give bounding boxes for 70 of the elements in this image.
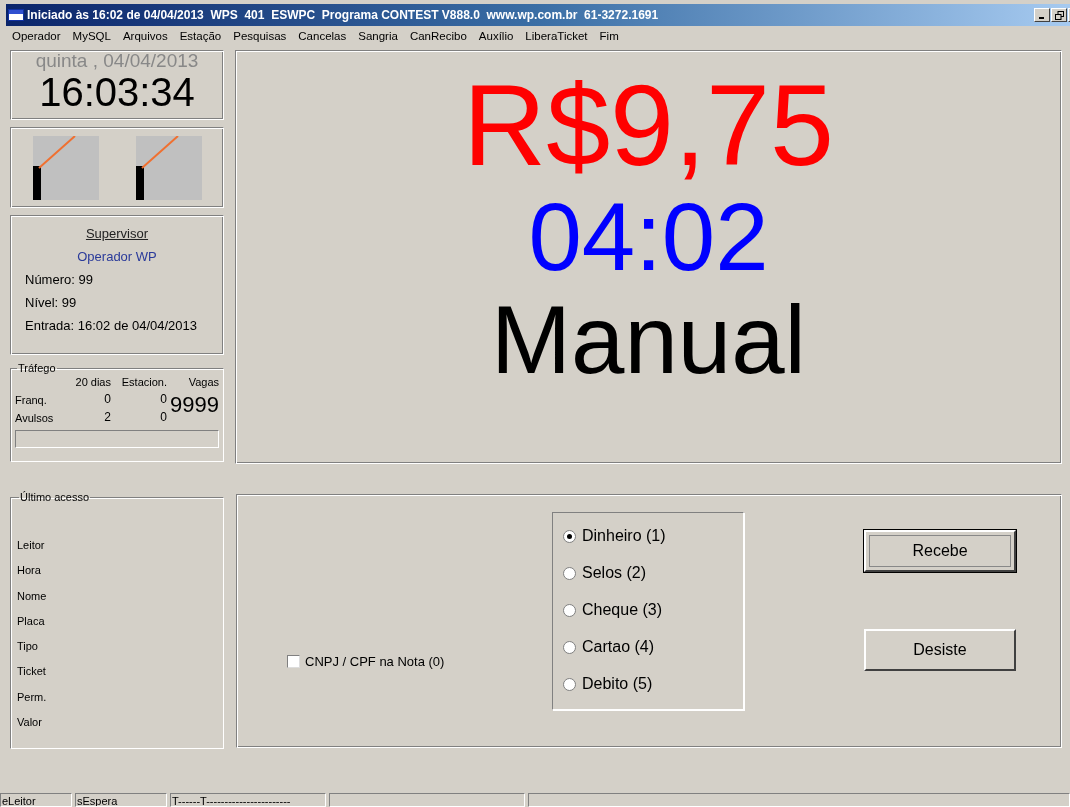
menu-item[interactable]: Arquivos [122, 30, 168, 42]
menu-item[interactable]: Pesquisas [233, 30, 287, 42]
row-label: Avulsos [15, 412, 55, 424]
field-label: Tipo [17, 640, 39, 655]
action-button[interactable]: Recebe [864, 529, 1016, 572]
table-cell-text: 2 [103, 410, 111, 424]
action-button[interactable]: Desiste [864, 628, 1016, 671]
radio-icon[interactable] [563, 529, 576, 543]
vacancy-count: 9999 [169, 392, 219, 418]
payment-radio[interactable]: Dinheiro (1) [563, 525, 733, 547]
app-icon [8, 9, 24, 21]
clock-time: 16:03:34 [39, 71, 195, 113]
field-label: Hora [17, 564, 42, 579]
nota-checkbox[interactable]: CNPJ / CPF na Nota (0) [287, 653, 552, 669]
restore-icon [1054, 10, 1064, 20]
menu-item[interactable]: Cancelas [298, 30, 347, 42]
status-panel: T------T----------------------- [170, 793, 326, 807]
payment-radio[interactable]: Selos (2) [563, 562, 733, 584]
checkbox-icon[interactable] [287, 654, 300, 668]
menu-item[interactable]: CanRecibo [409, 30, 467, 42]
field-label: Leitor [17, 539, 46, 553]
field-label: Valor [17, 716, 43, 731]
column-header: Vagas [187, 376, 219, 388]
operator-info: Entrada: 16:02 de 04/04/2013 [25, 318, 199, 333]
radio-label: Selos (2) [582, 564, 647, 582]
radio-icon[interactable] [563, 640, 576, 654]
mode-text: Manual [491, 285, 806, 395]
gate-barrier-icon [135, 135, 202, 200]
field-label: Placa [17, 614, 46, 629]
minimize-button[interactable] [1034, 8, 1050, 22]
duration-text: 04:02 [528, 189, 769, 285]
checkbox-label: CNPJ / CPF na Nota (0) [305, 653, 445, 669]
menu-item[interactable]: LiberaTicket [525, 30, 588, 42]
date-text: quinta , 04/04/2013 [35, 51, 199, 71]
status-panel: eLeitor [0, 793, 72, 807]
radio-label: Debito (5) [582, 675, 653, 693]
column-header: Estacion. [120, 376, 167, 388]
field-label: Ticket [17, 665, 47, 680]
restore-button[interactable] [1051, 8, 1067, 22]
gate-barrier-icon [32, 135, 99, 200]
menu-item[interactable]: Sangria [358, 30, 398, 42]
menu-item[interactable]: Fim [599, 30, 619, 42]
amount-text: R$9,75 [463, 61, 834, 189]
radio-icon[interactable] [563, 566, 576, 580]
table-cell-text: 0 [159, 410, 167, 424]
menu-item[interactable]: Auxílio [478, 30, 514, 42]
menu-item[interactable]: Estação [179, 30, 222, 42]
radio-icon[interactable] [563, 677, 576, 691]
column-header: 20 dias [74, 376, 111, 388]
menu-item[interactable]: Operador [12, 30, 61, 42]
operator-role: Supervisor [84, 226, 150, 241]
table-cell-text: 0 [103, 392, 111, 406]
payment-radio[interactable]: Debito (5) [563, 673, 733, 695]
window-title: Iniciado às 16:02 de 04/04/2013 WPS 401 ESWPC Programa CONTEST V888.0 www.wp.com.br 61-3272.1691 [27, 8, 660, 22]
field-label: Perm. [17, 690, 48, 705]
field-label: Nome [17, 589, 48, 604]
radio-label: Cartao (4) [582, 638, 655, 656]
operator-info: Nível: 99 [25, 295, 78, 310]
group-title: Tráfego [17, 362, 57, 374]
group-title: Último acesso [19, 491, 91, 503]
radio-label: Dinheiro (1) [582, 527, 666, 545]
table-cell-text: 0 [159, 392, 167, 406]
radio-label: Cheque (3) [582, 601, 663, 619]
menu-item[interactable]: MySQL [72, 30, 111, 42]
radio-icon[interactable] [563, 603, 576, 617]
operator-info: Número: 99 [25, 272, 94, 287]
row-label: Franq. [15, 394, 48, 406]
payment-radio[interactable]: Cheque (3) [563, 599, 733, 621]
operator-name: Operador WP [76, 249, 158, 264]
payment-radio[interactable]: Cartao (4) [563, 636, 733, 658]
